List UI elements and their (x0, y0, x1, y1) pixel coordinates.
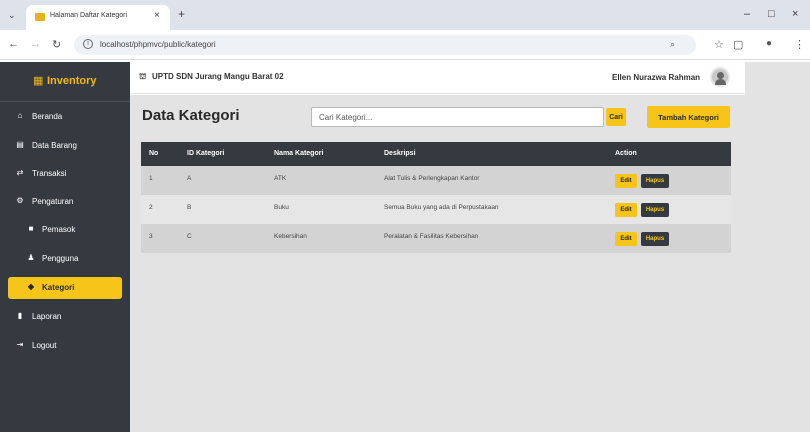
browser-address-bar: ← → ↻ i localhost/phpmvc/public/kategori… (0, 30, 810, 60)
delete-button[interactable]: Hapus (641, 203, 669, 217)
edit-button[interactable]: Edit (615, 232, 637, 246)
cell-id: C (187, 233, 192, 240)
sidebar-item-label: Pengaturan (32, 197, 74, 206)
add-category-button[interactable]: Tambah Kategori (647, 106, 730, 128)
sidebar-item-laporan[interactable]: ▮ Laporan (8, 306, 122, 328)
top-header: ⛫ UPTD SDN Jurang Mangu Barat 02 Ellen N… (130, 62, 745, 94)
sidebar-item-data-barang[interactable]: ▤ Data Barang (8, 135, 122, 157)
browser-tab[interactable]: Halaman Daftar Kategori × (26, 5, 170, 30)
table-row: 3 C Kebersihan Peralatan & Fasilitas Keb… (141, 224, 731, 253)
url-text: localhost/phpmvc/public/kategori (100, 40, 216, 49)
tags-icon: ◆ (27, 282, 35, 291)
browser-tab-bar: ⌄ Halaman Daftar Kategori × + – □ × (0, 0, 810, 30)
cell-deskripsi: Peralatan & Fasilitas Kebersihan (384, 233, 479, 240)
main-content: Data Kategori Cari Tambah Kategori No ID… (130, 95, 745, 432)
maximize-icon[interactable]: □ (768, 8, 775, 20)
brand-title: Inventory (47, 75, 97, 87)
brand[interactable]: ▦ Inventory (0, 62, 130, 102)
table-header: No ID Kategori Nama Kategori Deskripsi A… (141, 142, 731, 166)
cell-nama: Buku (274, 204, 289, 211)
search-input[interactable] (311, 107, 604, 127)
avatar-head (717, 72, 724, 79)
cell-no: 3 (149, 233, 153, 240)
home-icon: ⌂ (17, 111, 23, 120)
minimize-icon[interactable]: – (744, 8, 750, 20)
sidebar-item-label: Pemasok (42, 225, 76, 234)
sidebar-item-label: Laporan (32, 312, 62, 321)
delete-button[interactable]: Hapus (641, 232, 669, 246)
edit-button[interactable]: Edit (615, 203, 637, 217)
forward-icon[interactable]: → (30, 38, 41, 50)
sidebar-item-pengguna[interactable]: ♟ Pengguna (8, 248, 122, 270)
sidebar-item-label: Beranda (32, 112, 63, 121)
truck-icon: ■ (28, 224, 34, 233)
column-header-deskripsi: Deskripsi (384, 150, 416, 157)
column-header-no: No (149, 150, 159, 157)
sidebar-item-label: Kategori (42, 283, 75, 292)
bookmark-star-icon[interactable]: ☆ (714, 38, 724, 51)
sidebar: ▦ Inventory ⌂ Beranda ▤ Data Barang ⇄ Tr… (0, 62, 130, 432)
edit-button[interactable]: Edit (615, 174, 637, 188)
sidebar-item-label: Data Barang (32, 141, 77, 150)
url-field[interactable]: i localhost/phpmvc/public/kategori ⌕ ☆ (74, 35, 724, 55)
zoom-icon[interactable]: ⌕ (670, 39, 675, 50)
school-name: UPTD SDN Jurang Mangu Barat 02 (152, 72, 284, 81)
cell-deskripsi: Alat Tulis & Perlengkapan Kantor (384, 175, 480, 182)
column-header-action: Action (615, 150, 637, 157)
tab-search-chevron-icon[interactable]: ⌄ (8, 10, 16, 21)
file-icon: ▮ (17, 311, 23, 320)
search-button[interactable]: Cari (606, 108, 626, 126)
sidebar-item-transaksi[interactable]: ⇄ Transaksi (8, 163, 122, 185)
cell-nama: ATK (274, 175, 287, 182)
sidebar-item-label: Transaksi (32, 169, 67, 178)
cell-nama: Kebersihan (274, 233, 307, 240)
user-name[interactable]: Ellen Nurazwa Rahman (612, 73, 700, 82)
exchange-icon: ⇄ (16, 168, 24, 177)
table-row: 1 A ATK Alat Tulis & Perlengkapan Kantor… (141, 166, 731, 195)
sidebar-item-logout[interactable]: ⇥ Logout (8, 335, 122, 357)
cell-deskripsi: Semua Buku yang ada di Perpustakaan (384, 204, 499, 211)
reload-icon[interactable]: ↻ (52, 38, 61, 51)
page-right-margin (745, 62, 810, 432)
avatar-body (715, 79, 726, 85)
boxes-icon: ▦ (33, 75, 44, 87)
sidebar-item-label: Pengguna (42, 254, 79, 263)
sidebar-item-beranda[interactable]: ⌂ Beranda (8, 106, 122, 128)
back-icon[interactable]: ← (8, 38, 19, 50)
favicon-icon (35, 13, 45, 21)
category-table: No ID Kategori Nama Kategori Deskripsi A… (141, 142, 731, 253)
sidebar-item-pengaturan[interactable]: ⚙ Pengaturan (8, 191, 122, 213)
cell-no: 2 (149, 204, 153, 211)
site-info-icon[interactable]: i (83, 39, 93, 49)
sidebar-item-label: Logout (32, 341, 57, 350)
school-icon: ⛫ (139, 72, 147, 81)
cell-no: 1 (149, 175, 153, 182)
tab-close-icon[interactable]: × (154, 10, 160, 21)
sidebar-item-kategori[interactable]: ◆ Kategori (8, 277, 122, 299)
cell-id: A (187, 175, 192, 182)
profile-icon[interactable]: ● (766, 38, 772, 49)
delete-button[interactable]: Hapus (641, 174, 669, 188)
table-icon: ▤ (16, 140, 24, 149)
column-header-id: ID Kategori (187, 150, 225, 157)
browser-menu-icon[interactable]: ⋮ (794, 38, 805, 51)
tab-title: Halaman Daftar Kategori (50, 12, 128, 19)
users-icon: ♟ (27, 253, 35, 262)
cogs-icon: ⚙ (16, 196, 24, 205)
column-header-nama: Nama Kategori (274, 150, 324, 157)
extensions-icon[interactable]: ▢ (733, 38, 743, 51)
avatar[interactable] (710, 67, 730, 87)
new-tab-icon[interactable]: + (178, 7, 185, 21)
close-window-icon[interactable]: × (792, 8, 798, 20)
cell-id: B (187, 204, 192, 211)
sidebar-item-pemasok[interactable]: ■ Pemasok (8, 219, 122, 241)
sign-out-icon: ⇥ (16, 340, 24, 349)
table-row: 2 B Buku Semua Buku yang ada di Perpusta… (141, 195, 731, 224)
page-title: Data Kategori (142, 107, 240, 124)
